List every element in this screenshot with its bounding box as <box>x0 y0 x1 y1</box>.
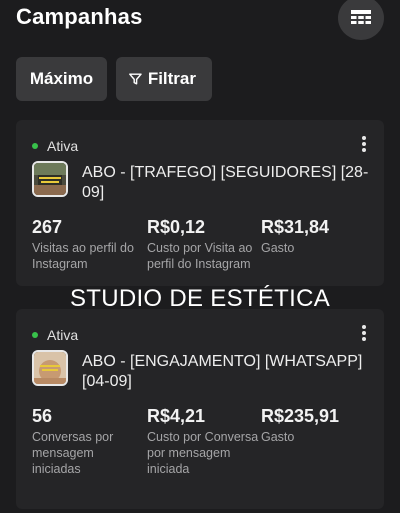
campaign-thumbnail <box>32 350 68 386</box>
maximo-button[interactable]: Máximo <box>16 57 107 101</box>
campaign-status-label: Ativa <box>47 327 79 343</box>
metric-label: Conversas por mensagem iniciadas <box>32 430 114 476</box>
header: Campanhas <box>0 0 400 40</box>
campaign-name: ABO - [TRAFEGO] [SEGUIDORES] [28-09] <box>82 164 369 201</box>
filter-label: Filtrar <box>147 69 196 88</box>
metric-value: R$0,12 <box>147 217 206 237</box>
action-bar: Máximo Filtrar <box>16 57 212 101</box>
metric-label: Custo por Visita ao perfil do Instagram <box>147 241 253 271</box>
metric-results: 56 Conversas por mensagem iniciadas <box>32 405 144 477</box>
more-options-icon[interactable] <box>362 325 366 341</box>
more-options-icon[interactable] <box>362 136 366 152</box>
table-view-button[interactable] <box>338 0 384 40</box>
metric-spend: R$31,84 Gasto <box>261 216 373 256</box>
filter-button[interactable]: Filtrar <box>116 57 212 101</box>
metric-cost: R$0,12 Custo por Visita ao perfil do Ins… <box>147 216 259 272</box>
metric-label: Gasto <box>261 430 295 444</box>
maximo-label: Máximo <box>29 69 94 88</box>
metric-value: R$4,21 <box>147 406 206 426</box>
campaign-card[interactable]: Ativa ABO - [ENGAJAMENTO] [WHATSAPP] [04… <box>16 309 384 509</box>
metric-results: 267 Visitas ao perfil do Instagram <box>32 216 144 272</box>
page-title: Campanhas <box>16 4 143 29</box>
campaign-thumbnail <box>32 161 68 197</box>
metric-cost: R$4,21 Custo por Conversa por mensagem i… <box>147 405 259 477</box>
overlay-caption: STUDIO DE ESTÉTICA <box>69 285 331 312</box>
status-active-dot-icon <box>32 332 38 338</box>
metric-value: 56 <box>32 406 53 426</box>
metric-label: Visitas ao perfil do Instagram <box>32 241 134 271</box>
metric-value: 267 <box>32 217 63 237</box>
campaign-status: Ativa <box>32 138 78 154</box>
campaign-card[interactable]: Ativa ABO - [TRAFEGO] [SEGUIDORES] [28-0… <box>16 120 384 286</box>
campaign-status-label: Ativa <box>47 138 79 154</box>
table-icon <box>351 10 371 24</box>
metric-spend: R$235,91 Gasto <box>261 405 373 445</box>
metric-value: R$235,91 <box>261 406 340 426</box>
status-active-dot-icon <box>32 143 38 149</box>
campaign-status: Ativa <box>32 327 78 343</box>
campaign-name: ABO - [ENGAJAMENTO] [WHATSAPP] [04-09] <box>82 353 363 390</box>
filter-icon <box>129 73 142 85</box>
metric-value: R$31,84 <box>261 217 330 237</box>
metric-label: Gasto <box>261 241 295 255</box>
campaigns-screen: Campanhas Máximo Filtrar Ativa ABO - [TR… <box>0 0 400 513</box>
metric-label: Custo por Conversa por mensagem iniciada <box>147 430 259 476</box>
